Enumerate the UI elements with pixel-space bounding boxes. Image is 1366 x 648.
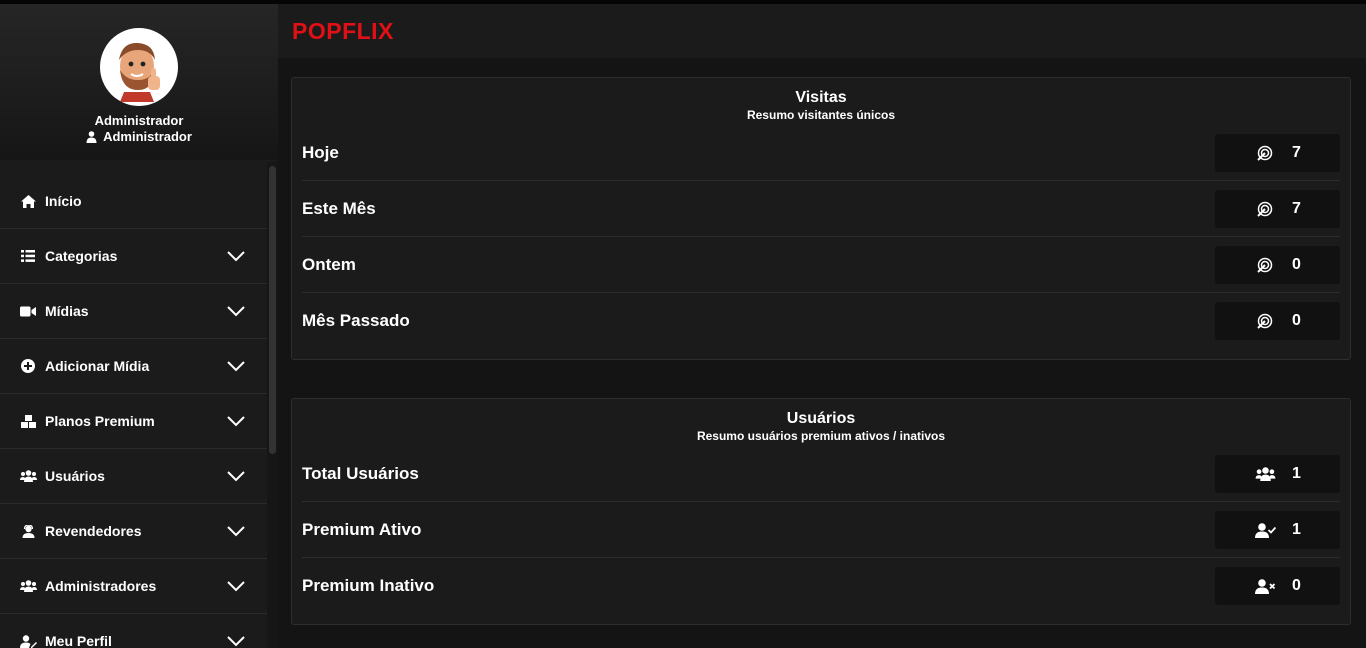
sidebar-item-label: Categorias <box>45 248 118 264</box>
chevron-down-icon[interactable] <box>227 580 245 592</box>
sidebar-item-usuarios[interactable]: Usuários <box>0 449 267 504</box>
user-check-icon <box>1254 522 1276 538</box>
users-title: Usuários <box>786 410 856 427</box>
row-label: Premium Inativo <box>302 576 435 595</box>
sidebar-item-label: Usuários <box>45 468 105 484</box>
chevron-down-icon[interactable] <box>227 305 245 317</box>
visits-row-este-mes: Este Mês 7 <box>302 181 1340 237</box>
users-row-total: Total Usuários 1 <box>302 446 1340 502</box>
tracking-icon <box>1254 145 1276 161</box>
visits-value: 0 <box>1292 256 1301 273</box>
value-box: 0 <box>1215 567 1340 605</box>
user-edit-icon <box>19 634 37 648</box>
sidebar-item-inicio[interactable]: Início <box>0 174 267 229</box>
sidebar-menu: Início Categorias Mídias Adicionar Mídia <box>0 174 267 648</box>
user-headset-icon <box>19 524 37 538</box>
sidebar-item-revendedores[interactable]: Revendedores <box>0 504 267 559</box>
chevron-down-icon[interactable] <box>227 250 245 262</box>
top-header: POPFLIX <box>278 4 1366 58</box>
avatar-bearded-man-thumbs-up-icon <box>119 42 160 102</box>
users-row-premium-inativo: Premium Inativo 0 <box>302 558 1340 614</box>
sidebar-item-planos-premium[interactable]: Planos Premium <box>0 394 267 449</box>
tracking-icon <box>1254 257 1276 273</box>
sidebar-item-label: Planos Premium <box>45 413 155 429</box>
value-box: 0 <box>1215 246 1340 284</box>
value-box: 1 <box>1215 455 1340 493</box>
sidebar-item-label: Administradores <box>45 578 157 594</box>
row-label: Premium Ativo <box>302 520 422 539</box>
sidebar-item-meu-perfil[interactable]: Meu Perfil <box>0 614 267 648</box>
users-value: 0 <box>1292 577 1301 594</box>
video-camera-icon <box>19 306 37 317</box>
users-icon <box>19 470 37 482</box>
sidebar-item-midias[interactable]: Mídias <box>0 284 267 339</box>
visits-value: 7 <box>1292 200 1301 217</box>
row-label: Este Mês <box>302 199 376 218</box>
profile-role-label: Administrador <box>103 129 192 144</box>
row-label: Total Usuários <box>302 464 419 483</box>
visits-card: Visitas Resumo visitantes únicos Hoje 7 … <box>291 77 1351 360</box>
users-value: 1 <box>1292 465 1301 482</box>
chevron-down-icon[interactable] <box>227 635 245 647</box>
sidebar-item-label: Adicionar Mídia <box>45 358 150 374</box>
visits-title: Visitas <box>795 89 847 106</box>
sidebar-item-label: Início <box>45 193 82 209</box>
sidebar-item-label: Mídias <box>45 303 89 319</box>
sidebar-item-adicionar-midia[interactable]: Adicionar Mídia <box>0 339 267 394</box>
list-icon <box>19 250 37 262</box>
row-label: Hoje <box>302 143 339 162</box>
value-box: 7 <box>1215 134 1340 172</box>
tracking-icon <box>1254 313 1276 329</box>
sidebar-item-label: Meu Perfil <box>45 633 112 648</box>
avatar[interactable] <box>100 28 178 106</box>
row-label: Mês Passado <box>302 311 410 330</box>
value-box: 0 <box>1215 302 1340 340</box>
value-box: 7 <box>1215 190 1340 228</box>
tracking-icon <box>1254 201 1276 217</box>
users-card: Usuários Resumo usuários premium ativos … <box>291 398 1351 625</box>
profile-role: Administrador <box>86 129 192 144</box>
home-icon <box>19 194 37 208</box>
visits-value: 0 <box>1292 312 1301 329</box>
visits-value: 7 <box>1292 144 1301 161</box>
dashboard-main: Visitas Resumo visitantes únicos Hoje 7 … <box>278 58 1366 648</box>
users-subtitle: Resumo usuários premium ativos / inativo… <box>696 429 946 443</box>
users-icon <box>19 580 37 592</box>
sidebar-item-label: Revendedores <box>45 523 142 539</box>
chevron-down-icon[interactable] <box>227 415 245 427</box>
row-label: Ontem <box>302 255 356 274</box>
profile-panel: Administrador Administrador <box>0 4 278 160</box>
value-box: 1 <box>1215 511 1340 549</box>
brand-logo[interactable]: POPFLIX <box>292 18 394 45</box>
users-icon <box>1254 467 1276 481</box>
visits-subtitle: Resumo visitantes únicos <box>746 108 896 122</box>
chevron-down-icon[interactable] <box>227 470 245 482</box>
sidebar: Administrador Administrador Início Categ… <box>0 4 278 648</box>
users-row-premium-ativo: Premium Ativo 1 <box>302 502 1340 558</box>
sidebar-item-categorias[interactable]: Categorias <box>0 229 267 284</box>
chevron-down-icon[interactable] <box>227 360 245 372</box>
user-times-icon <box>1254 578 1276 594</box>
sidebar-scrollbar[interactable] <box>267 162 278 648</box>
user-tie-icon <box>86 130 97 143</box>
sidebar-scroll-thumb[interactable] <box>269 166 276 454</box>
visits-row-hoje: Hoje 7 <box>302 125 1340 181</box>
plus-circle-icon <box>19 359 37 373</box>
visits-row-mes-passado: Mês Passado 0 <box>302 293 1340 349</box>
sidebar-item-administradores[interactable]: Administradores <box>0 559 267 614</box>
boxes-icon <box>19 414 37 428</box>
visits-row-ontem: Ontem 0 <box>302 237 1340 293</box>
chevron-down-icon[interactable] <box>227 525 245 537</box>
profile-name: Administrador <box>94 113 184 128</box>
users-value: 1 <box>1292 521 1301 538</box>
